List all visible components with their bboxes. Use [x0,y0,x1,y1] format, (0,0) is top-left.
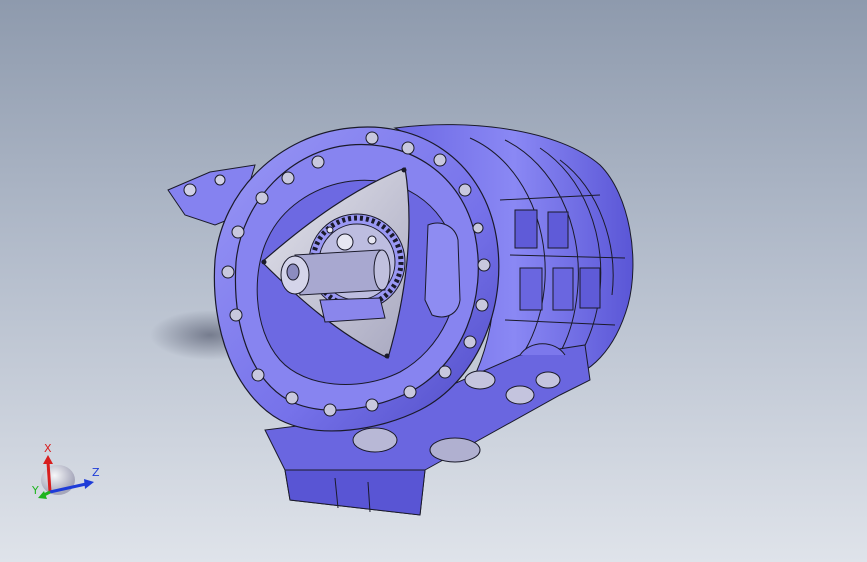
gear-hole [336,233,354,251]
x-axis-arrowhead-icon [43,455,53,464]
3d-viewport[interactable]: X Z Y [0,0,867,562]
rotary-engine-model[interactable] [0,0,867,562]
x-axis-label: X [44,442,52,455]
y-axis-label: Y [31,484,39,497]
z-axis-label: Z [92,466,100,479]
x-axis-arrow-icon [46,461,52,493]
apex-seal [384,353,390,359]
orientation-triad[interactable]: X Z Y [28,440,118,510]
apex-seal [401,167,407,173]
bracket-hole [183,183,197,197]
bracket-hole [214,174,226,186]
gear-hole [326,226,334,234]
z-axis-arrowhead-icon [84,479,94,489]
apex-seal [261,259,267,265]
intake-port [424,222,461,318]
gear-hole [367,235,377,245]
